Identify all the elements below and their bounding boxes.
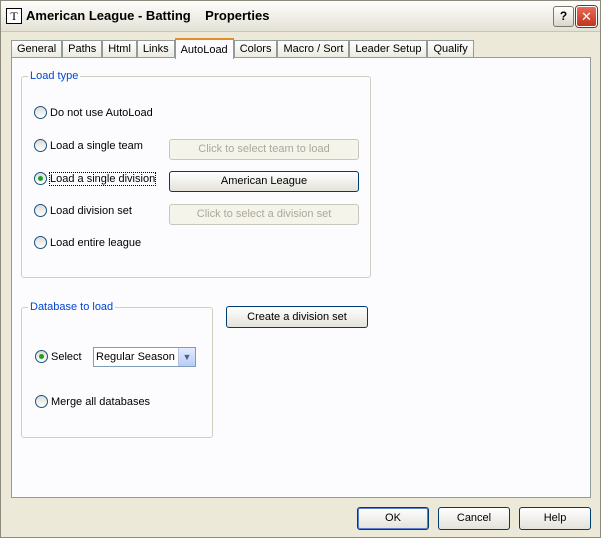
tab-html[interactable]: Html — [102, 40, 137, 58]
radio-button-checked[interactable] — [34, 172, 47, 185]
help-title-button[interactable]: ? — [553, 6, 574, 27]
radio-button[interactable] — [34, 204, 47, 217]
tab-paths[interactable]: Paths — [62, 40, 103, 58]
tab-autoload[interactable]: AutoLoad — [174, 38, 234, 59]
create-division-set-button[interactable]: Create a division set — [226, 306, 368, 328]
chevron-down-icon[interactable]: ▼ — [178, 348, 195, 366]
radio-button[interactable] — [34, 236, 47, 249]
close-button[interactable]: ✕ — [576, 6, 597, 27]
database-select-value: Regular Season — [96, 351, 175, 363]
radio-button-checked[interactable] — [35, 350, 48, 363]
tab-links[interactable]: Links — [136, 40, 175, 58]
tab-strip: General Paths Html Links AutoLoad Colors… — [11, 38, 474, 59]
database-legend: Database to load — [30, 301, 114, 313]
app-icon: T — [6, 8, 22, 24]
radio-single-team[interactable]: Load a single team — [34, 139, 143, 152]
radio-merge-databases[interactable]: Merge all databases — [35, 395, 150, 408]
tab-leader-setup[interactable]: Leader Setup — [349, 40, 428, 58]
radio-no-autoload[interactable]: Do not use AutoLoad — [34, 106, 153, 119]
tab-macro-sort[interactable]: Macro / Sort — [277, 40, 350, 58]
radio-button[interactable] — [34, 139, 47, 152]
radio-label: Load a single division — [48, 171, 157, 186]
select-division-set-button[interactable]: Click to select a division set — [169, 204, 359, 225]
tab-colors[interactable]: Colors — [233, 40, 278, 58]
radio-entire-league[interactable]: Load entire league — [34, 236, 141, 249]
autoload-panel: Load type Do not use AutoLoad Load a sin… — [11, 57, 591, 498]
load-type-group: Load type Do not use AutoLoad Load a sin… — [21, 70, 371, 278]
properties-dialog: T American League - Batting Properties ?… — [0, 0, 601, 538]
help-button[interactable]: Help — [519, 507, 591, 530]
radio-label: Load entire league — [50, 236, 142, 249]
cancel-button[interactable]: Cancel — [438, 507, 510, 530]
radio-button[interactable] — [35, 395, 48, 408]
radio-label: Load division set — [50, 204, 132, 217]
radio-label: Do not use AutoLoad — [50, 106, 153, 119]
radio-select-database[interactable]: Select — [35, 350, 82, 363]
select-team-button[interactable]: Click to select team to load — [169, 139, 359, 160]
load-type-legend: Load type — [30, 70, 79, 82]
title-bar[interactable]: T American League - Batting Properties ?… — [1, 1, 600, 32]
database-select[interactable]: Regular Season ▼ — [93, 347, 196, 367]
radio-label: Merge all databases — [51, 395, 151, 408]
tab-qualify[interactable]: Qualify — [427, 40, 474, 58]
radio-division-set[interactable]: Load division set — [34, 204, 132, 217]
radio-button[interactable] — [34, 106, 47, 119]
window-title: American League - Batting Properties — [26, 8, 270, 23]
radio-single-division[interactable]: Load a single division — [34, 171, 157, 186]
database-group: Database to load Select Regular Season ▼… — [21, 301, 213, 438]
radio-label: Load a single team — [50, 139, 143, 152]
tab-general[interactable]: General — [11, 40, 63, 58]
ok-button[interactable]: OK — [357, 507, 429, 530]
radio-label: Select — [51, 350, 82, 363]
division-button[interactable]: American League — [169, 171, 359, 192]
